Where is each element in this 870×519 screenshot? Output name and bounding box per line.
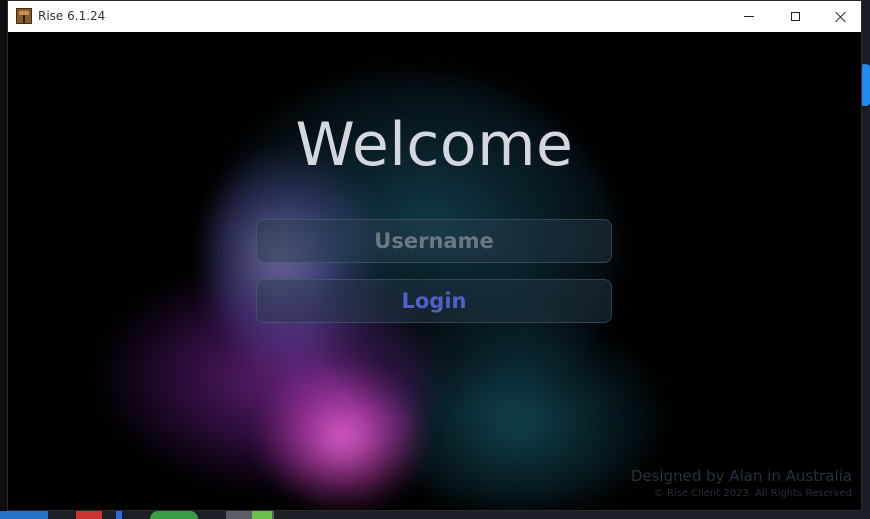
welcome-heading: Welcome bbox=[295, 110, 574, 180]
title-bar[interactable]: Rise 6.1.24 bbox=[8, 1, 861, 32]
taskbar-app-icon[interactable] bbox=[0, 511, 48, 519]
login-screen: Welcome Login Designed by Alan in Austra… bbox=[8, 32, 861, 510]
close-icon bbox=[835, 11, 847, 23]
taskbar-browser-icon[interactable] bbox=[150, 511, 198, 519]
login-button[interactable]: Login bbox=[256, 279, 612, 323]
copyright-notice: © Rise Client 2023. All Rights Reserved bbox=[653, 488, 852, 499]
close-button[interactable] bbox=[818, 1, 864, 32]
taskbar-app-icon[interactable] bbox=[252, 511, 272, 519]
window-title: Rise 6.1.24 bbox=[38, 9, 106, 23]
maximize-icon bbox=[790, 12, 800, 21]
app-logo-icon bbox=[16, 8, 32, 24]
taskbar-app-icon[interactable] bbox=[76, 511, 102, 519]
username-input[interactable] bbox=[257, 219, 611, 263]
login-button-label: Login bbox=[401, 289, 467, 313]
taskbar-app-icon[interactable] bbox=[116, 511, 122, 519]
app-window: Rise 6.1.24 Welcome Login Designed by Al… bbox=[7, 0, 862, 511]
taskbar bbox=[0, 511, 870, 519]
minimize-button[interactable] bbox=[726, 1, 772, 32]
minimize-icon bbox=[744, 16, 754, 17]
username-field-container[interactable] bbox=[256, 219, 612, 263]
maximize-button[interactable] bbox=[772, 1, 818, 32]
designer-credit: Designed by Alan in Australia bbox=[630, 467, 852, 485]
